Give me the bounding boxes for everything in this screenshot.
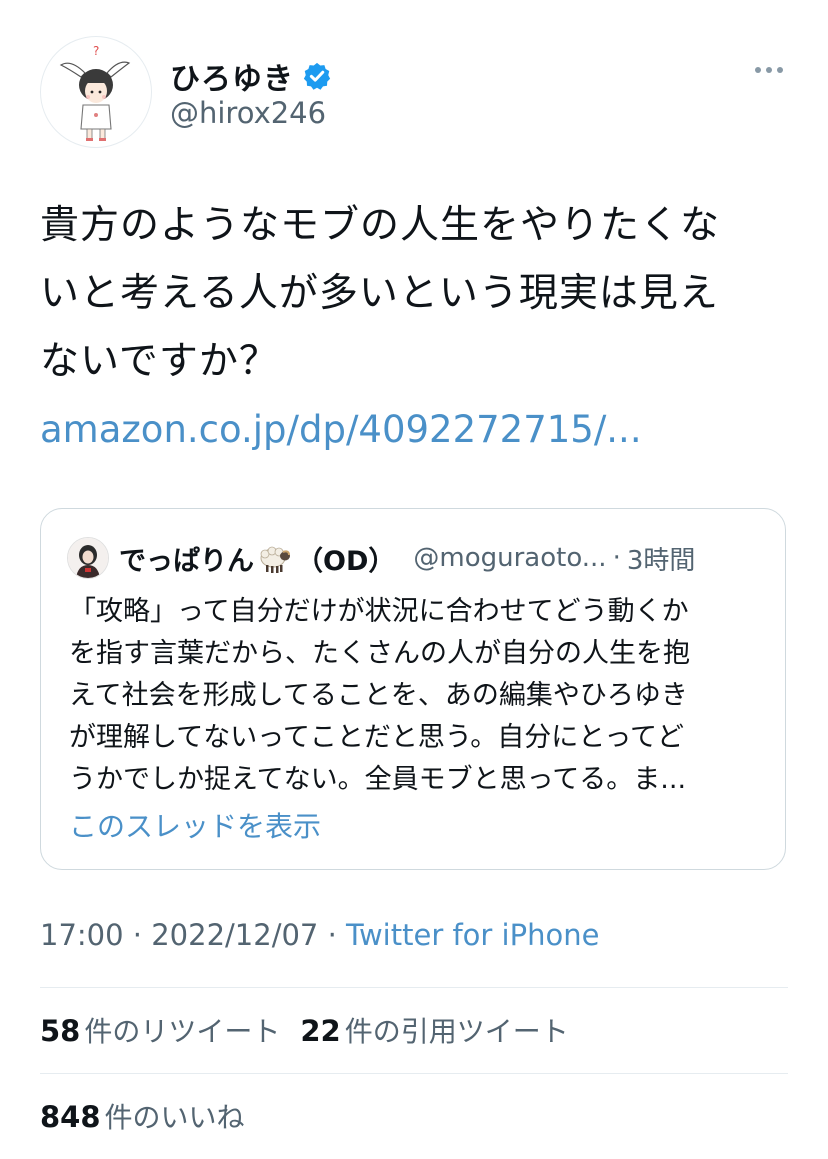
tweet-time: 17:00 [40,918,124,952]
verified-badge-icon [302,61,332,91]
quoted-timestamp: 3時間 [626,545,696,576]
quoted-author-name-suffix: （OD） [296,545,396,577]
divider [40,987,788,988]
quoted-text-line: 「攻略」って自分だけが状況に合わせてどう動くか [69,596,689,627]
quoted-text-line: を指す言葉だから、たくさんの人が自分の人生を抱 [69,638,690,669]
quoted-text-line: えて社会を形成してることを、あの編集やひろゆき [69,680,688,711]
divider [40,1073,788,1074]
quotes-label: 件の引用ツイート [344,1015,569,1048]
quotes-count: 22 [300,1014,341,1048]
quoted-separator: · [612,543,621,573]
tweet-text-line: ないですか？ [40,339,279,384]
tweet-stats-row: 58 件のリツイート 22 件の引用ツイート [40,1010,569,1050]
sheep-emoji-icon [256,542,292,574]
tweet-header: ? ひろゆき @hirox246 [40,36,790,148]
meta-separator: · [318,918,347,952]
meta-separator: · [123,918,152,952]
more-options-icon[interactable] [752,60,786,80]
likes-count: 848 [40,1100,101,1134]
author-avatar[interactable]: ? [40,36,152,148]
quoted-text-line: が理解してないってことだと思う。自分にとってど [69,722,685,753]
likes-stat[interactable]: 848 件のいいね [40,1096,245,1136]
retweets-label: 件のリツイート [84,1015,281,1048]
retweets-count: 58 [40,1014,81,1048]
likes-label: 件のいいね [104,1101,245,1134]
quotes-stat[interactable]: 22 件の引用ツイート [300,1014,569,1048]
tweet-link[interactable]: amazon.co.jp/dp/4092272715/... [40,408,642,451]
author-handle[interactable]: @hirox246 [170,96,326,130]
cartoon-bunny-avatar-icon: ? [59,44,131,141]
tweet-meta: 17:00 · 2022/12/07 · Twitter for iPhone [40,918,599,952]
tweet-text: 貴方のようなモブの人生をやりたくな いと考える人が多いという現実は見え ないです… [40,192,792,396]
quoted-tweet-header: でっぱりん （OD） @moguraoto... · 3時間 [67,537,695,579]
tweet-date: 2022/12/07 [151,918,319,952]
tweet-text-line: いと考える人が多いという現実は見え [40,271,719,316]
tweet-source-link[interactable]: Twitter for iPhone [346,918,599,952]
quoted-author-name: でっぱりん [119,545,254,577]
quoted-tweet-text: 「攻略」って自分だけが状況に合わせてどう動くか を指す言葉だから、たくさんの人が… [69,591,769,801]
quoted-author-handle: @moguraoto... [413,543,607,573]
quoted-tweet-card[interactable]: でっぱりん （OD） @moguraoto... · 3時間 「攻略」って自分だ… [40,508,786,870]
show-thread-link[interactable]: このスレッドを表示 [69,805,321,845]
quoted-author-avatar [67,537,109,579]
quoted-text-line: うかでしか捉えてない。全員モブと思ってる。ま... [69,764,687,795]
tweet-text-line: 貴方のようなモブの人生をやりたくな [40,203,721,248]
svg-text:?: ? [93,44,99,58]
author-name-row: ひろゆき [170,54,332,98]
author-display-name[interactable]: ひろゆき [170,54,294,98]
retweets-stat[interactable]: 58 件のリツイート [40,1014,281,1048]
